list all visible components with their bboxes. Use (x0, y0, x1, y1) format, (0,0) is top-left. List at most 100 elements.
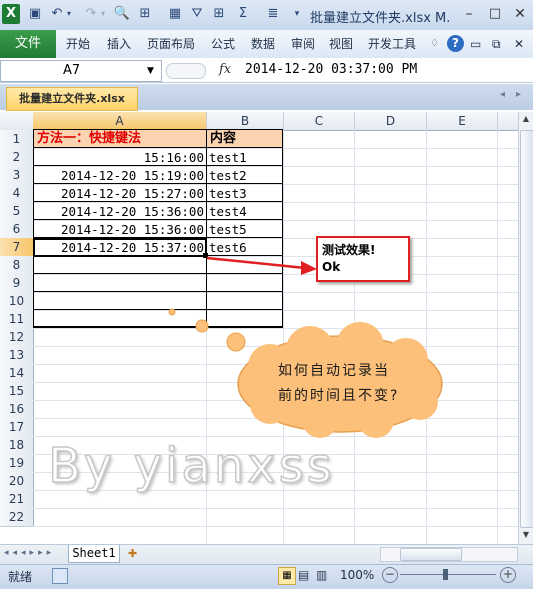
row-header-21[interactable]: 21 (0, 490, 34, 509)
align-icon[interactable]: ≣ (264, 5, 282, 23)
save-icon[interactable]: ▣ (26, 5, 44, 23)
zoom-level[interactable]: 100% (340, 568, 374, 582)
tab-insert[interactable]: 插入 (107, 30, 131, 58)
tab-data[interactable]: 数据 (251, 30, 275, 58)
table-row-border (33, 183, 283, 184)
minimize-icon[interactable]: – (458, 4, 480, 24)
filter-icon[interactable]: ⛛ (188, 5, 206, 23)
bubble-line2: 前的时间且不变? (278, 388, 400, 404)
status-ready: 就绪 (8, 570, 33, 584)
customize-toolbar-icon[interactable]: ▾ (288, 5, 306, 23)
column-header-c[interactable]: C (284, 112, 355, 130)
row-header-6[interactable]: 6 (0, 220, 34, 239)
tab-scroll-left-icon[interactable]: ◂ (500, 89, 505, 100)
row-header-7[interactable]: 7 (0, 238, 34, 257)
row-header-4[interactable]: 4 (0, 184, 34, 203)
select-all-corner[interactable] (0, 112, 34, 130)
callout-box: 测试效果! Ok (316, 236, 410, 282)
close-icon[interactable]: ✕ (509, 4, 531, 24)
normal-view-icon[interactable]: ▦ (278, 567, 296, 585)
sheet-tab-sheet1[interactable]: Sheet1 (68, 545, 120, 563)
formula-input[interactable]: 2014-12-20 03:37:00 PM (245, 60, 528, 80)
status-bar (0, 564, 533, 589)
horizontal-scrollbar-thumb[interactable] (400, 548, 462, 561)
page-layout-view-icon[interactable]: ▤ (298, 568, 309, 582)
row-header-19[interactable]: 19 (0, 454, 34, 473)
row-header-10[interactable]: 10 (0, 292, 34, 311)
table-row-border (33, 165, 283, 166)
tab-scroll-right-icon[interactable]: ▸ (516, 89, 521, 100)
column-header-d[interactable]: D (355, 112, 427, 130)
macro-record-icon[interactable] (52, 568, 68, 584)
excel-logo-icon[interactable]: X (2, 4, 20, 24)
row-header-1[interactable]: 1 (0, 130, 34, 149)
tab-home[interactable]: 开始 (66, 30, 90, 58)
zoom-out-icon[interactable]: − (382, 567, 398, 583)
print-preview-icon[interactable]: 🔍 (113, 5, 131, 23)
autosum-icon[interactable]: Σ (234, 5, 252, 23)
name-box-dropdown-icon[interactable]: ▼ (147, 61, 154, 81)
row-header-20[interactable]: 20 (0, 472, 34, 491)
row-header-11[interactable]: 11 (0, 310, 34, 329)
redo-dropdown-icon[interactable]: ▾ (98, 5, 108, 23)
row-header-18[interactable]: 18 (0, 436, 34, 455)
calendar-icon[interactable]: ▦ (166, 5, 184, 23)
document-tab[interactable]: 批量建立文件夹.xlsx (6, 87, 138, 111)
scroll-down-icon[interactable]: ▼ (521, 530, 531, 540)
scroll-up-icon[interactable]: ▲ (521, 114, 531, 124)
callout-line2: Ok (322, 260, 341, 274)
tab-review[interactable]: 审阅 (291, 30, 315, 58)
row-header-14[interactable]: 14 (0, 364, 34, 383)
borders-icon[interactable]: ⊞ (210, 5, 228, 23)
name-box-value: A7 (63, 63, 81, 78)
maximize-icon[interactable]: □ (484, 4, 506, 24)
zoom-in-icon[interactable]: + (500, 567, 516, 583)
row-header-2[interactable]: 2 (0, 148, 34, 167)
row-header-5[interactable]: 5 (0, 202, 34, 221)
tab-view[interactable]: 视图 (329, 30, 353, 58)
row-header-12[interactable]: 12 (0, 328, 34, 347)
row-header-8[interactable]: 8 (0, 256, 34, 275)
tab-formulas[interactable]: 公式 (211, 30, 235, 58)
doc-close-icon[interactable]: ✕ (514, 30, 524, 58)
gridline (497, 130, 498, 544)
help-icon[interactable]: ? (447, 35, 464, 52)
table-row-border (33, 291, 283, 292)
scrollbar-thumb[interactable] (520, 130, 533, 528)
ribbon-collapse-icon[interactable]: ♢ (430, 30, 439, 58)
tab-developer[interactable]: 开发工具 (368, 30, 416, 58)
window-title: 批量建立文件夹.xlsx M. (310, 11, 451, 26)
row-header-13[interactable]: 13 (0, 346, 34, 365)
undo-dropdown-icon[interactable]: ▾ (64, 5, 74, 23)
doc-minimize-icon[interactable]: ▭ (470, 30, 481, 58)
row-header-15[interactable]: 15 (0, 382, 34, 401)
row-header-3[interactable]: 3 (0, 166, 34, 185)
bubble-line1: 如何自动记录当 (278, 363, 390, 379)
formula-bar-handle[interactable] (166, 63, 206, 79)
callout-line1: 测试效果! (322, 243, 376, 257)
doc-restore-icon[interactable]: ⧉ (492, 30, 501, 58)
watermark-text: By yianxss (47, 437, 335, 495)
column-header-a[interactable]: A (33, 112, 207, 130)
format-icon[interactable]: ⊞ (136, 5, 154, 23)
zoom-slider-thumb[interactable] (443, 569, 448, 580)
table-row-border (33, 147, 283, 148)
red-arrow (206, 256, 317, 275)
row-header-22[interactable]: 22 (0, 508, 34, 527)
insert-function-icon[interactable]: fx (219, 60, 231, 80)
table-border (33, 129, 283, 327)
name-box[interactable]: A7 ▼ (0, 60, 162, 82)
row-header-16[interactable]: 16 (0, 400, 34, 419)
row-header-9[interactable]: 9 (0, 274, 34, 293)
page-break-view-icon[interactable]: ▥ (316, 568, 327, 582)
column-header-e[interactable]: E (427, 112, 498, 130)
table-row-border (33, 201, 283, 202)
tab-page-layout[interactable]: 页面布局 (147, 30, 195, 58)
row-header-17[interactable]: 17 (0, 418, 34, 437)
column-header-b[interactable]: B (207, 112, 284, 130)
selected-cell-a7[interactable] (33, 238, 207, 257)
tab-file[interactable]: 文件 (0, 30, 56, 58)
insert-sheet-icon[interactable]: ✚ (128, 546, 146, 561)
sheet-nav-icons[interactable]: ◂◂◂▸▸▸ (4, 548, 55, 558)
zoom-slider[interactable] (400, 574, 496, 575)
